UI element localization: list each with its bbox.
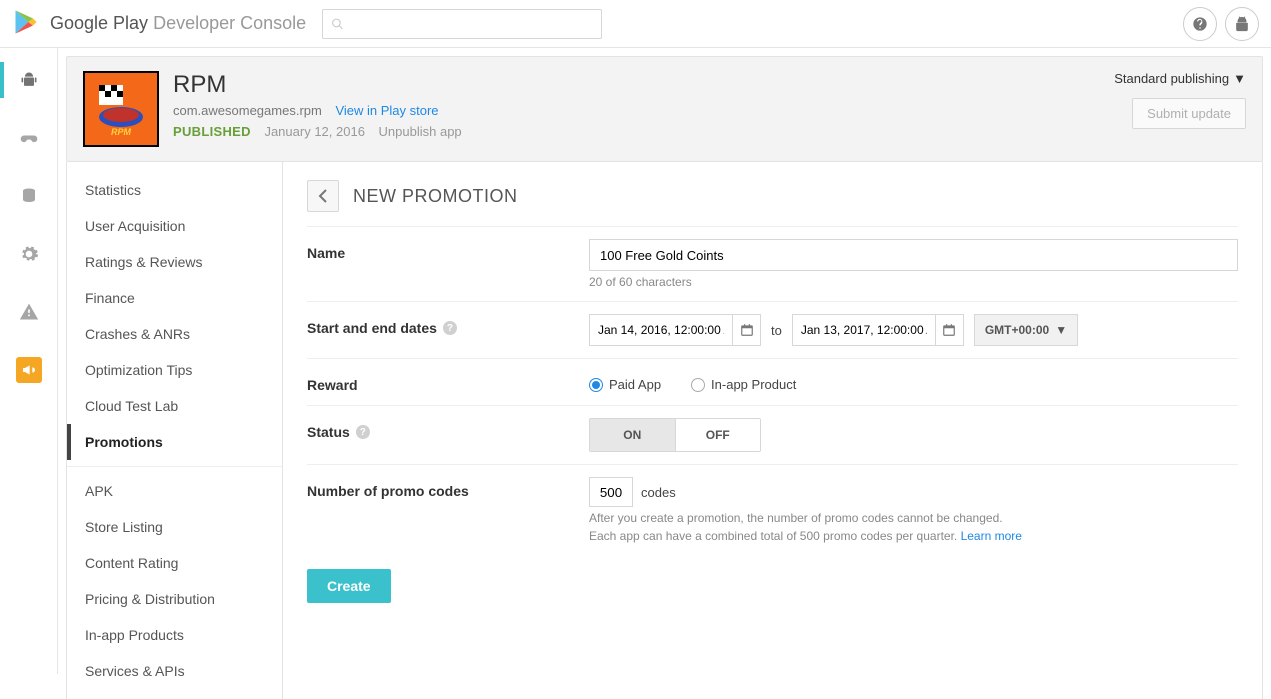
to-label: to [771, 323, 782, 338]
brand-text: Google Play Developer Console [50, 13, 306, 34]
sidenav-statistics[interactable]: Statistics [67, 172, 282, 208]
start-date-input[interactable] [589, 314, 761, 346]
sidenav-finance[interactable]: Finance [67, 280, 282, 316]
promo-name-input[interactable] [589, 239, 1238, 271]
sidenav-promotions[interactable]: Promotions [67, 424, 282, 460]
reward-paid-app-radio[interactable]: Paid App [589, 377, 661, 392]
rail-item-promotions[interactable] [0, 352, 57, 388]
rail-item-android[interactable] [0, 62, 57, 98]
end-date-input[interactable] [792, 314, 964, 346]
sidenav-separator [67, 466, 282, 467]
radio-icon [589, 378, 603, 392]
sidenav-in-app-products[interactable]: In-app Products [67, 617, 282, 653]
codes-suffix: codes [641, 485, 676, 500]
sidenav-services-apis[interactable]: Services & APIs [67, 653, 282, 689]
sidenav-crashes-anrs[interactable]: Crashes & ANRs [67, 316, 282, 352]
dates-label: Start and end dates [307, 320, 437, 336]
app-status: PUBLISHED [173, 124, 251, 139]
android-icon [19, 70, 39, 90]
timezone-dropdown[interactable]: GMT+00:00 ▼ [974, 314, 1078, 346]
status-on[interactable]: ON [590, 419, 676, 451]
help-icon[interactable]: ? [443, 321, 457, 335]
sidenav-user-acquisition[interactable]: User Acquisition [67, 208, 282, 244]
sidenav-store-listing[interactable]: Store Listing [67, 509, 282, 545]
gamepad-icon [19, 128, 39, 148]
search-icon [331, 17, 344, 31]
codes-help1: After you create a promotion, the number… [589, 511, 1238, 525]
rail-item-cloud[interactable] [0, 178, 57, 214]
submit-update-button[interactable]: Submit update [1132, 98, 1246, 129]
publishing-mode-dropdown[interactable]: Standard publishing▼ [1114, 71, 1246, 86]
status-label: Status [307, 424, 350, 440]
search-input[interactable] [350, 16, 593, 31]
chevron-down-icon: ▼ [1233, 71, 1246, 86]
sidenav-pricing-distribution[interactable]: Pricing & Distribution [67, 581, 282, 617]
help-button[interactable] [1183, 7, 1217, 41]
status-off[interactable]: OFF [676, 419, 761, 451]
sidenav-ratings-reviews[interactable]: Ratings & Reviews [67, 244, 282, 280]
codes-help2: Each app can have a combined total of 50… [589, 529, 961, 543]
app-package: com.awesomegames.rpm [173, 103, 322, 118]
chevron-down-icon: ▼ [1055, 323, 1067, 337]
page-title: NEW PROMOTION [353, 186, 518, 207]
sidenav-optimization-tips[interactable]: Optimization Tips [67, 352, 282, 388]
account-button[interactable] [1225, 7, 1259, 41]
sidenav-content-rating[interactable]: Content Rating [67, 545, 282, 581]
reward-label: Reward [307, 371, 589, 393]
reward-inapp-product-radio[interactable]: In-app Product [691, 377, 796, 392]
svg-text:RPM: RPM [111, 127, 132, 137]
calendar-icon[interactable] [935, 315, 963, 345]
codes-label: Number of promo codes [307, 477, 589, 499]
sidenav-apk[interactable]: APK [67, 473, 282, 509]
section-sidenav: Statistics User Acquisition Ratings & Re… [67, 162, 283, 699]
help-icon[interactable]: ? [356, 425, 370, 439]
help-icon [1192, 16, 1208, 32]
rail-item-settings[interactable] [0, 236, 57, 272]
calendar-icon[interactable] [732, 315, 760, 345]
back-button[interactable] [307, 180, 339, 212]
left-rail [0, 48, 58, 674]
rail-item-alerts[interactable] [0, 294, 57, 330]
app-name: RPM [173, 71, 462, 99]
radio-icon [691, 378, 705, 392]
app-date: January 12, 2016 [264, 124, 364, 139]
promo-codes-count-input[interactable] [589, 477, 633, 507]
play-logo-icon [12, 8, 40, 39]
search-box[interactable] [322, 9, 602, 39]
gear-icon [19, 244, 39, 264]
sidenav-cloud-test-lab[interactable]: Cloud Test Lab [67, 388, 282, 424]
app-header: RPM RPM com.awesomegames.rpm View in Pla… [66, 56, 1263, 162]
view-in-store-link[interactable]: View in Play store [335, 103, 438, 118]
alert-icon [19, 302, 39, 322]
android-icon [1234, 16, 1250, 32]
unpublish-link[interactable]: Unpublish app [379, 124, 462, 139]
status-toggle[interactable]: ON OFF [589, 418, 761, 452]
name-label: Name [307, 239, 589, 261]
name-counter: 20 of 60 characters [589, 275, 1238, 289]
rail-item-games[interactable] [0, 120, 57, 156]
megaphone-icon [16, 357, 42, 383]
app-icon: RPM [83, 71, 159, 147]
learn-more-link[interactable]: Learn more [961, 529, 1022, 543]
chevron-left-icon [318, 189, 328, 203]
database-icon [20, 187, 38, 205]
create-button[interactable]: Create [307, 569, 391, 603]
